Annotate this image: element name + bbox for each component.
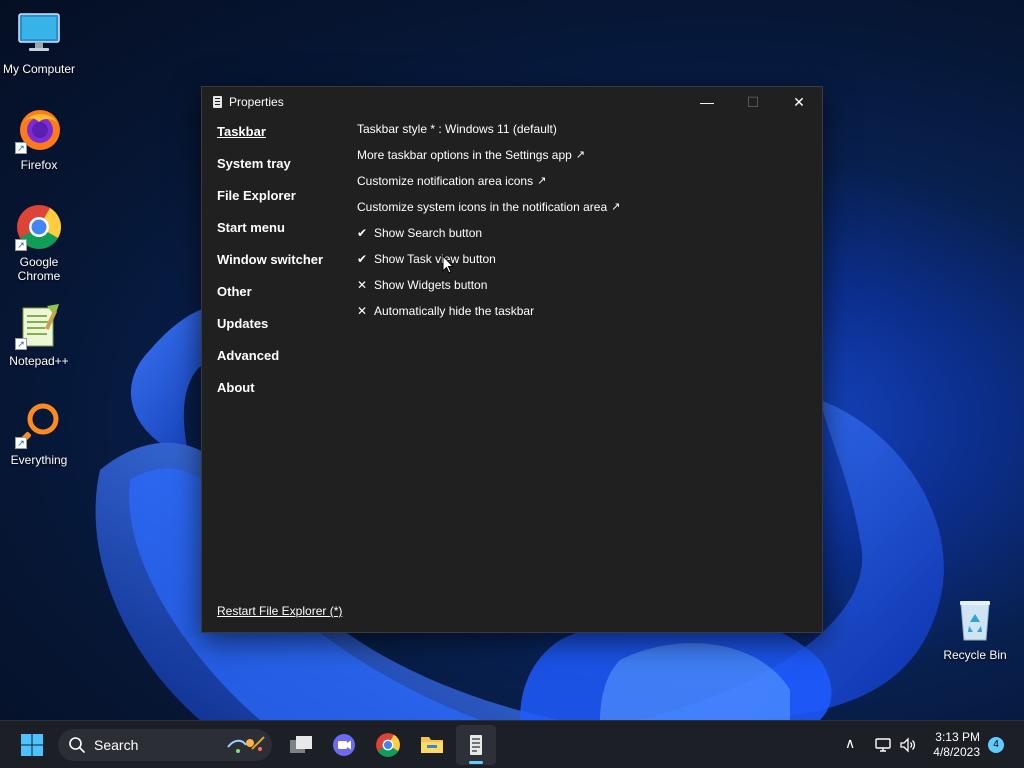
search-label: Search (94, 737, 139, 753)
maximize-button[interactable]: ☐ (730, 87, 776, 117)
sidebar-item-about[interactable]: About (217, 379, 323, 411)
option-label: Automatically hide the taskbar (374, 304, 535, 318)
settings-app-link[interactable]: More taskbar options in the Settings app… (357, 147, 620, 173)
external-link-icon: ↗ (611, 201, 621, 213)
sidebar-item-start-menu[interactable]: Start menu (217, 219, 323, 251)
clock-time: 3:13 PM (935, 730, 980, 744)
show-task-view-button-toggle[interactable]: ✔ Show Task view button (357, 251, 620, 277)
desktop-icon-label: Everything (10, 453, 68, 467)
option-label: Taskbar style * : Windows 11 (default) (357, 122, 557, 136)
shortcut-arrow-icon: ↗ (15, 437, 27, 449)
firefox-icon: ↗ (15, 106, 63, 154)
sidebar-nav: Taskbar System tray File Explorer Start … (217, 123, 323, 411)
sidebar-item-system-tray[interactable]: System tray (217, 155, 323, 187)
desktop-icon-recycle-bin[interactable]: Recycle Bin (935, 596, 1015, 662)
sidebar-item-advanced[interactable]: Advanced (217, 347, 323, 379)
sidebar-item-updates[interactable]: Updates (217, 315, 323, 347)
minimize-button[interactable]: — (684, 87, 730, 117)
taskbar-chrome-button[interactable] (368, 725, 408, 765)
sidebar-item-file-explorer[interactable]: File Explorer (217, 187, 323, 219)
shortcut-arrow-icon: ↗ (15, 338, 27, 350)
desktop-icon-notepadpp[interactable]: ↗ Notepad++ (0, 302, 79, 368)
taskbar-properties-button[interactable] (456, 725, 496, 765)
shortcut-arrow-icon: ↗ (15, 239, 27, 251)
desktop-icon-chrome[interactable]: ↗ Google Chrome (0, 203, 79, 283)
system-icons-link[interactable]: Customize system icons in the notificati… (357, 199, 620, 225)
taskbar-file-explorer-button[interactable] (412, 725, 452, 765)
option-label: Customize notification area icons (357, 174, 534, 188)
properties-app-icon (470, 735, 482, 755)
chrome-icon (376, 733, 400, 757)
shortcut-arrow-icon: ↗ (15, 142, 27, 154)
window-title: Properties (229, 95, 284, 109)
search-icon (69, 737, 85, 753)
show-widgets-button-toggle[interactable]: ✕ Show Widgets button (357, 277, 620, 303)
folder-icon (421, 737, 443, 753)
desktop-icon-my-computer[interactable]: My Computer (0, 10, 79, 76)
option-label: Show Search button (374, 226, 483, 240)
chat-icon (333, 734, 355, 756)
restart-file-explorer-link[interactable]: Restart File Explorer (*) (217, 604, 342, 618)
close-button[interactable]: ✕ (776, 87, 822, 117)
window-titlebar[interactable]: Properties — ☐ ✕ (202, 87, 822, 117)
monitor-icon (15, 10, 63, 58)
taskbar-style-option[interactable]: Taskbar style * : Windows 11 (default) (357, 121, 620, 147)
sidebar-item-taskbar[interactable]: Taskbar (217, 123, 323, 155)
desktop-icon-label: Firefox (20, 158, 58, 172)
option-label: Show Task view button (374, 252, 496, 266)
checkmark-icon: ✔ (357, 252, 368, 266)
sidebar-item-other[interactable]: Other (217, 283, 323, 315)
taskbar-clock[interactable]: 3:13 PM 4/8/2023 (933, 730, 980, 760)
sidebar-item-window-switcher[interactable]: Window switcher (217, 251, 323, 283)
show-search-button-toggle[interactable]: ✔ Show Search button (357, 225, 620, 251)
desktop-icon-label: Google Chrome (17, 255, 61, 283)
option-label: Customize system icons in the notificati… (357, 200, 608, 214)
clock-date: 4/8/2023 (933, 745, 980, 759)
notepadpp-icon: ↗ (15, 302, 63, 350)
taskbar: Search ∧ 3:13 PM 4/8/2023 4 (0, 720, 1024, 768)
checkmark-icon: ✔ (357, 226, 368, 240)
search-highlight-icon (227, 736, 265, 753)
option-label: Show Widgets button (374, 278, 488, 292)
mouse-cursor-icon (442, 255, 454, 274)
auto-hide-taskbar-toggle[interactable]: ✕ Automatically hide the taskbar (357, 303, 620, 329)
chrome-icon: ↗ (15, 203, 63, 251)
properties-window: Properties — ☐ ✕ Taskbar System tray Fil… (201, 86, 823, 633)
task-view-button[interactable] (281, 725, 321, 765)
external-link-icon: ↗ (537, 175, 547, 187)
task-view-icon (290, 736, 312, 753)
notification-area-icons-link[interactable]: Customize notification area icons ↗ (357, 173, 620, 199)
desktop-icon-label: Notepad++ (9, 354, 69, 368)
desktop-icon-label: Recycle Bin (943, 648, 1007, 662)
desktop-icon-firefox[interactable]: ↗ Firefox (0, 106, 79, 172)
network-icon[interactable] (874, 736, 892, 754)
cross-icon: ✕ (357, 304, 368, 318)
start-button[interactable] (12, 725, 52, 765)
volume-icon[interactable] (899, 736, 917, 754)
everything-icon: ↗ (15, 401, 63, 449)
cross-icon: ✕ (357, 278, 368, 292)
teams-chat-button[interactable] (324, 725, 364, 765)
desktop-icon-everything[interactable]: ↗ Everything (0, 401, 79, 467)
external-link-icon: ↗ (575, 149, 586, 161)
tray-overflow-chevron[interactable]: ∧ (845, 735, 855, 752)
windows-logo-icon (21, 734, 43, 756)
notification-badge[interactable]: 4 (988, 737, 1004, 753)
app-icon (213, 96, 222, 108)
taskbar-settings-panel: Taskbar style * : Windows 11 (default) M… (357, 121, 620, 329)
desktop-icon-label: My Computer (2, 62, 76, 76)
option-label: More taskbar options in the Settings app (357, 148, 572, 162)
taskbar-search-box[interactable]: Search (58, 729, 272, 761)
recycle-bin-icon (951, 596, 999, 644)
